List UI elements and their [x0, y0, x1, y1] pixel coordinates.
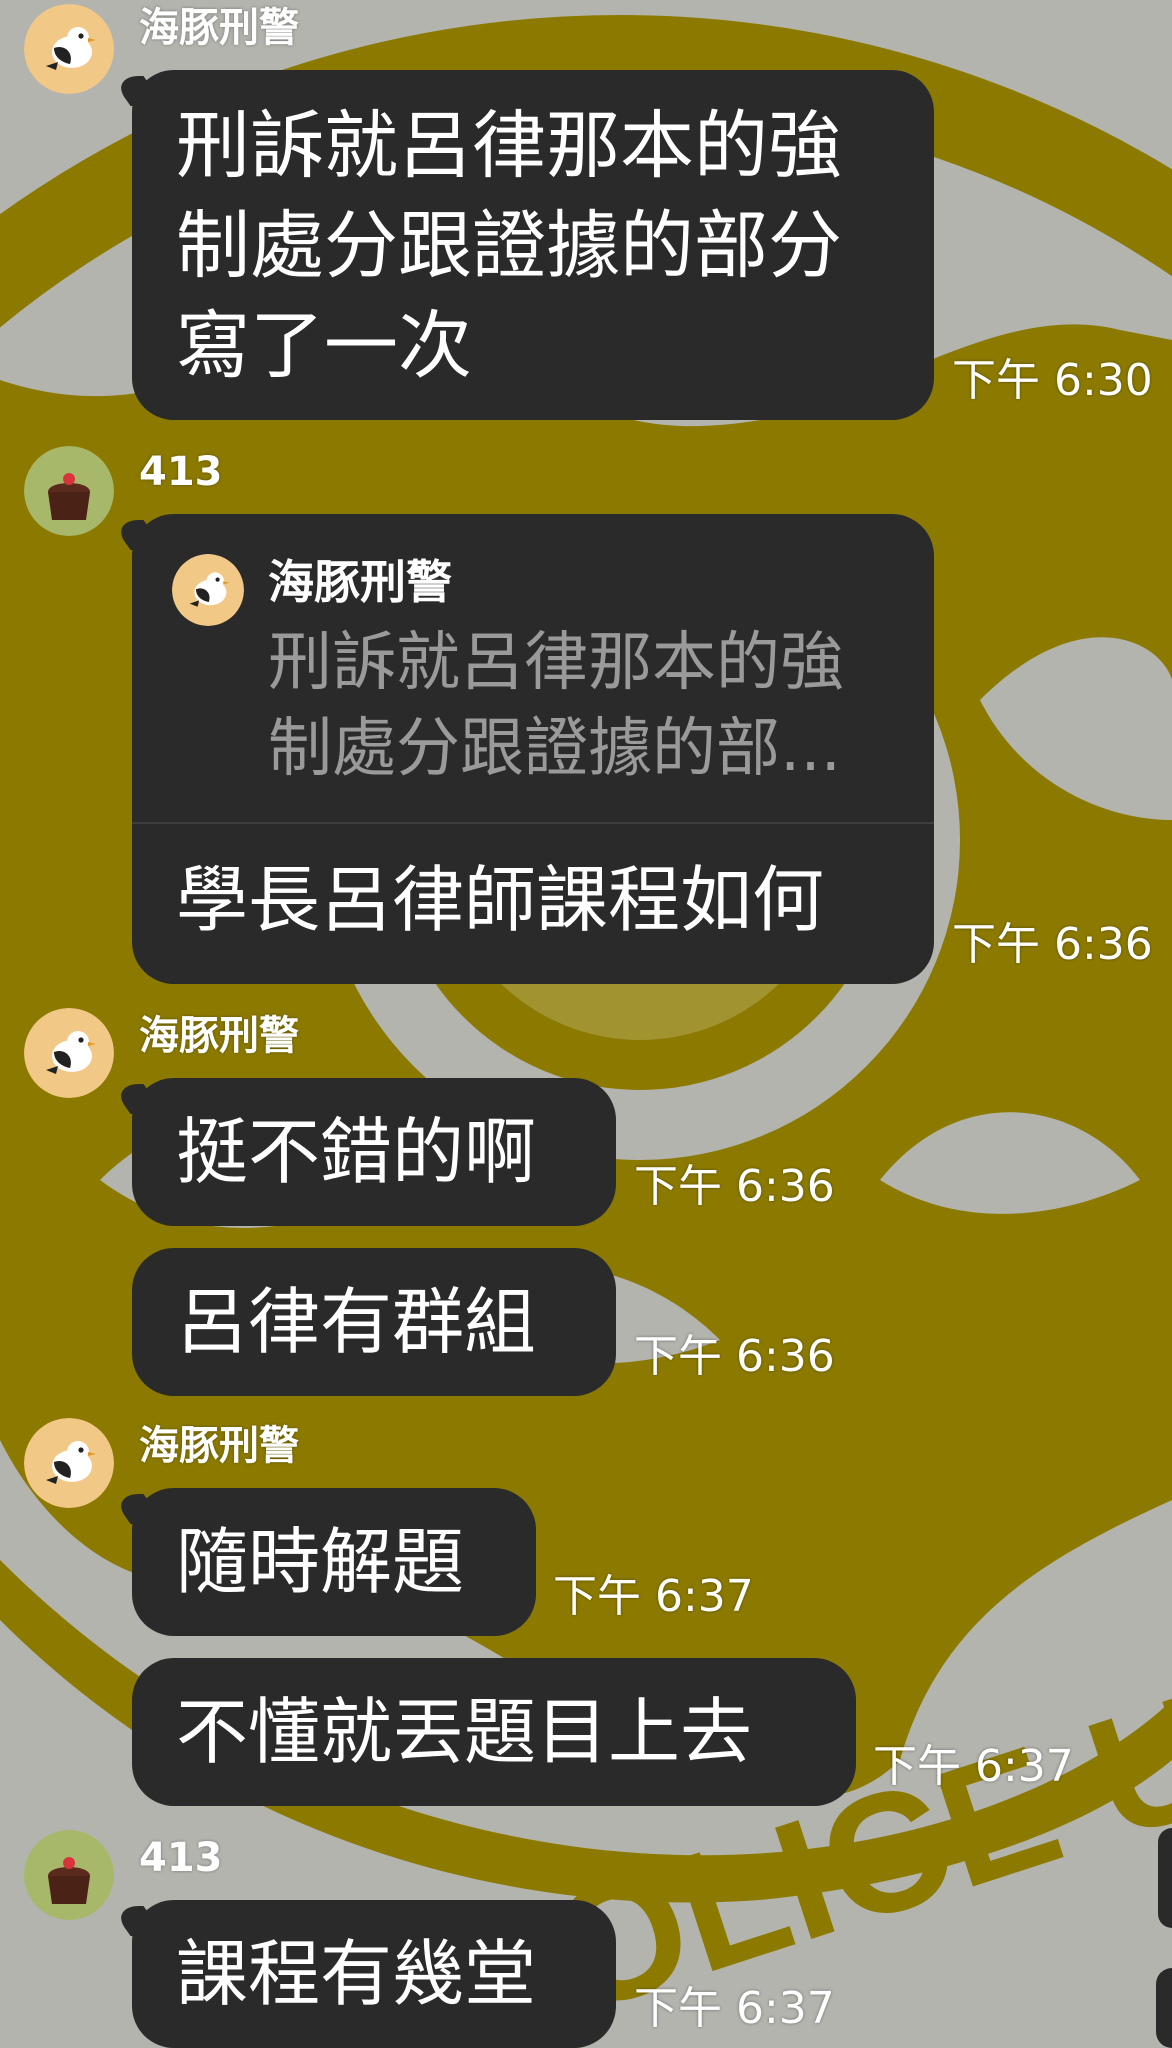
bird-avatar-icon[interactable]	[24, 1418, 114, 1508]
sender-name: 海豚刑警	[139, 1013, 299, 1059]
quoted-sender-name: 海豚刑警	[268, 555, 452, 609]
message-text: 刑訴就呂律那本的強制處分跟證據的部分寫了一次	[176, 103, 842, 389]
bird-avatar-icon	[172, 554, 244, 626]
message-time: 下午 6:36	[952, 919, 1153, 970]
message-text: 挺不錯的啊	[176, 1110, 537, 1194]
bird-avatar-icon[interactable]	[24, 1008, 114, 1098]
sender-name: 413	[139, 449, 223, 495]
message-time: 下午 6:36	[634, 1161, 835, 1212]
cake-avatar-icon[interactable]	[24, 1830, 114, 1920]
sender-name: 海豚刑警	[139, 1423, 299, 1469]
message-time: 下午 6:37	[634, 1983, 835, 2034]
message-bubble[interactable]: 海豚刑警 刑訴就呂律那本的強制處分跟證據的部... 學長呂律師課程如何	[132, 514, 934, 984]
message-time: 下午 6:36	[634, 1331, 835, 1382]
message-bubble[interactable]: 不懂就丟題目上去	[132, 1658, 856, 1806]
message-bubble[interactable]: 挺不錯的啊	[132, 1078, 616, 1226]
message-time: 下午 6:37	[553, 1571, 754, 1622]
quoted-message[interactable]: 海豚刑警 刑訴就呂律那本的強制處分跟證據的部...	[132, 514, 934, 824]
offscreen-bubble-edge	[1158, 1828, 1172, 1928]
message-time: 下午 6:30	[952, 355, 1153, 406]
message-bubble[interactable]: 呂律有群組	[132, 1248, 616, 1396]
quoted-text: 刑訴就呂律那本的強制處分跟證據的部...	[268, 626, 844, 786]
message-text: 呂律有群組	[176, 1280, 537, 1364]
message-bubble[interactable]: 課程有幾堂	[132, 1900, 616, 2048]
chat-message-list[interactable]: 海豚刑警 刑訴就呂律那本的強制處分跟證據的部分寫了一次 下午 6:30 413 …	[0, 0, 1172, 2048]
message-bubble[interactable]: 刑訴就呂律那本的強制處分跟證據的部分寫了一次	[132, 70, 934, 420]
sender-name: 海豚刑警	[139, 5, 299, 51]
offscreen-bubble-edge	[1156, 1968, 1172, 2048]
message-time: 下午 6:37	[873, 1741, 1074, 1792]
message-text: 不懂就丟題目上去	[176, 1690, 753, 1774]
message-text: 課程有幾堂	[176, 1932, 537, 2016]
cake-avatar-icon[interactable]	[24, 446, 114, 536]
message-text: 學長呂律師課程如何	[176, 858, 825, 942]
message-bubble[interactable]: 隨時解題	[132, 1488, 536, 1636]
sender-name: 413	[139, 1835, 223, 1881]
message-text: 隨時解題	[176, 1520, 465, 1604]
bird-avatar-icon[interactable]	[24, 4, 114, 94]
